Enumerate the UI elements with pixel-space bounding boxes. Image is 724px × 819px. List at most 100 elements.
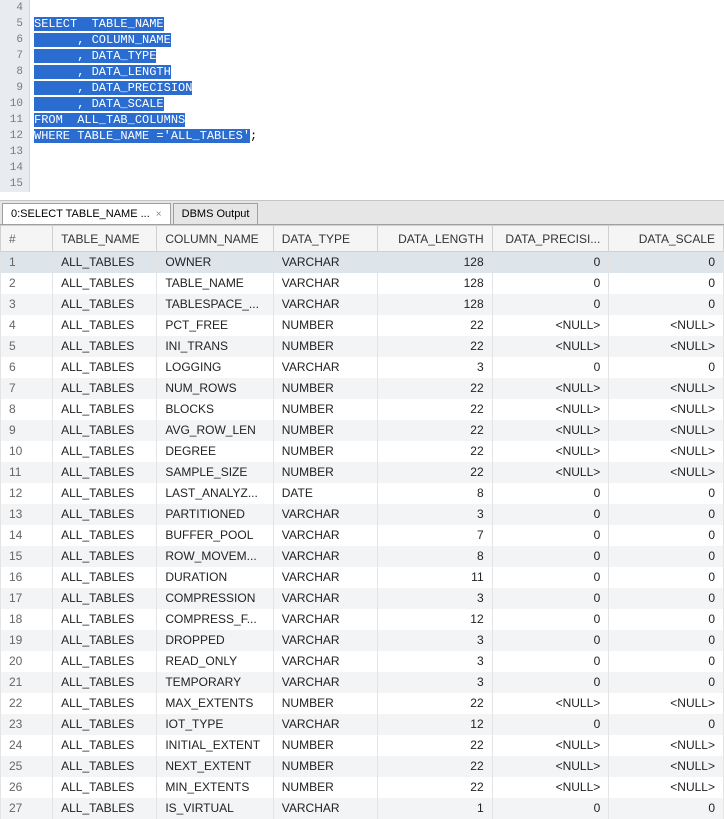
cell[interactable]: VARCHAR xyxy=(273,672,377,693)
cell[interactable]: PARTITIONED xyxy=(157,504,273,525)
cell[interactable]: <NULL> xyxy=(492,735,609,756)
table-row[interactable]: 1ALL_TABLESOWNERVARCHAR12800 xyxy=(1,252,724,273)
cell[interactable]: 22 xyxy=(377,336,492,357)
cell[interactable]: NUMBER xyxy=(273,336,377,357)
cell[interactable]: 0 xyxy=(492,525,609,546)
cell[interactable]: 22 xyxy=(1,693,53,714)
cell[interactable]: DURATION xyxy=(157,567,273,588)
cell[interactable]: NUM_ROWS xyxy=(157,378,273,399)
code-line[interactable]: 6 , COLUMN_NAME xyxy=(0,32,724,48)
column-header[interactable]: TABLE_NAME xyxy=(53,226,157,252)
cell[interactable]: 0 xyxy=(609,483,724,504)
cell[interactable]: 12 xyxy=(377,609,492,630)
table-row[interactable]: 10ALL_TABLESDEGREENUMBER22<NULL><NULL> xyxy=(1,441,724,462)
cell[interactable]: 128 xyxy=(377,252,492,273)
cell[interactable]: IS_VIRTUAL xyxy=(157,798,273,819)
table-row[interactable]: 12ALL_TABLESLAST_ANALYZ...DATE800 xyxy=(1,483,724,504)
column-header[interactable]: COLUMN_NAME xyxy=(157,226,273,252)
cell[interactable]: 4 xyxy=(1,315,53,336)
cell[interactable]: 3 xyxy=(377,504,492,525)
cell[interactable]: 21 xyxy=(1,672,53,693)
cell[interactable]: 12 xyxy=(377,714,492,735)
cell[interactable]: 0 xyxy=(609,567,724,588)
cell[interactable]: ALL_TABLES xyxy=(53,798,157,819)
cell[interactable]: 0 xyxy=(609,294,724,315)
cell[interactable]: VARCHAR xyxy=(273,273,377,294)
cell[interactable]: 3 xyxy=(377,672,492,693)
cell[interactable]: 25 xyxy=(1,756,53,777)
cell[interactable]: <NULL> xyxy=(609,399,724,420)
cell[interactable]: <NULL> xyxy=(609,336,724,357)
cell[interactable]: BUFFER_POOL xyxy=(157,525,273,546)
cell[interactable]: 26 xyxy=(1,777,53,798)
table-row[interactable]: 17ALL_TABLESCOMPRESSIONVARCHAR300 xyxy=(1,588,724,609)
cell[interactable]: VARCHAR xyxy=(273,798,377,819)
cell[interactable]: 0 xyxy=(609,357,724,378)
cell[interactable]: 22 xyxy=(377,462,492,483)
cell[interactable]: ALL_TABLES xyxy=(53,420,157,441)
cell[interactable]: 23 xyxy=(1,714,53,735)
cell[interactable]: ALL_TABLES xyxy=(53,567,157,588)
cell[interactable]: NEXT_EXTENT xyxy=(157,756,273,777)
table-row[interactable]: 25ALL_TABLESNEXT_EXTENTNUMBER22<NULL><NU… xyxy=(1,756,724,777)
cell[interactable]: 5 xyxy=(1,336,53,357)
code-content[interactable]: SELECT TABLE_NAME xyxy=(30,16,164,32)
cell[interactable]: <NULL> xyxy=(492,420,609,441)
code-line[interactable]: 14 xyxy=(0,160,724,176)
cell[interactable]: VARCHAR xyxy=(273,630,377,651)
cell[interactable]: <NULL> xyxy=(492,777,609,798)
cell[interactable]: READ_ONLY xyxy=(157,651,273,672)
sql-editor[interactable]: 45SELECT TABLE_NAME6 , COLUMN_NAME7 , DA… xyxy=(0,0,724,201)
cell[interactable]: 3 xyxy=(377,630,492,651)
cell[interactable]: 0 xyxy=(609,651,724,672)
cell[interactable]: LAST_ANALYZ... xyxy=(157,483,273,504)
cell[interactable]: ALL_TABLES xyxy=(53,588,157,609)
cell[interactable]: 0 xyxy=(609,525,724,546)
cell[interactable]: 0 xyxy=(492,273,609,294)
code-content[interactable] xyxy=(30,0,34,16)
cell[interactable]: 0 xyxy=(609,588,724,609)
column-header[interactable]: DATA_SCALE xyxy=(609,226,724,252)
cell[interactable]: 6 xyxy=(1,357,53,378)
code-content[interactable] xyxy=(30,160,34,176)
cell[interactable]: 0 xyxy=(492,714,609,735)
cell[interactable]: DROPPED xyxy=(157,630,273,651)
column-header[interactable]: DATA_PRECISI... xyxy=(492,226,609,252)
cell[interactable]: 8 xyxy=(377,483,492,504)
table-row[interactable]: 27ALL_TABLESIS_VIRTUALVARCHAR100 xyxy=(1,798,724,819)
cell[interactable]: 0 xyxy=(492,609,609,630)
cell[interactable]: <NULL> xyxy=(609,315,724,336)
cell[interactable]: 20 xyxy=(1,651,53,672)
cell[interactable]: INI_TRANS xyxy=(157,336,273,357)
cell[interactable]: <NULL> xyxy=(609,378,724,399)
table-row[interactable]: 18ALL_TABLESCOMPRESS_F...VARCHAR1200 xyxy=(1,609,724,630)
tab-dbms-output[interactable]: DBMS Output xyxy=(173,203,259,224)
cell[interactable]: 0 xyxy=(492,504,609,525)
cell[interactable]: 0 xyxy=(492,588,609,609)
cell[interactable]: NUMBER xyxy=(273,441,377,462)
cell[interactable]: ALL_TABLES xyxy=(53,357,157,378)
cell[interactable]: 18 xyxy=(1,609,53,630)
cell[interactable]: ALL_TABLES xyxy=(53,378,157,399)
cell[interactable]: AVG_ROW_LEN xyxy=(157,420,273,441)
cell[interactable]: ALL_TABLES xyxy=(53,693,157,714)
code-content[interactable]: FROM ALL_TAB_COLUMNS xyxy=(30,112,185,128)
table-row[interactable]: 21ALL_TABLESTEMPORARYVARCHAR300 xyxy=(1,672,724,693)
cell[interactable]: MIN_EXTENTS xyxy=(157,777,273,798)
close-icon[interactable]: × xyxy=(156,209,162,220)
code-line[interactable]: 7 , DATA_TYPE xyxy=(0,48,724,64)
cell[interactable]: VARCHAR xyxy=(273,546,377,567)
table-row[interactable]: 3ALL_TABLESTABLESPACE_...VARCHAR12800 xyxy=(1,294,724,315)
cell[interactable]: OWNER xyxy=(157,252,273,273)
cell[interactable]: 11 xyxy=(377,567,492,588)
cell[interactable]: NUMBER xyxy=(273,378,377,399)
cell[interactable]: DATE xyxy=(273,483,377,504)
cell[interactable]: 17 xyxy=(1,588,53,609)
cell[interactable]: VARCHAR xyxy=(273,525,377,546)
cell[interactable]: SAMPLE_SIZE xyxy=(157,462,273,483)
cell[interactable]: 0 xyxy=(492,483,609,504)
cell[interactable]: ALL_TABLES xyxy=(53,483,157,504)
cell[interactable]: <NULL> xyxy=(492,336,609,357)
cell[interactable]: VARCHAR xyxy=(273,357,377,378)
code-content[interactable] xyxy=(30,144,34,160)
